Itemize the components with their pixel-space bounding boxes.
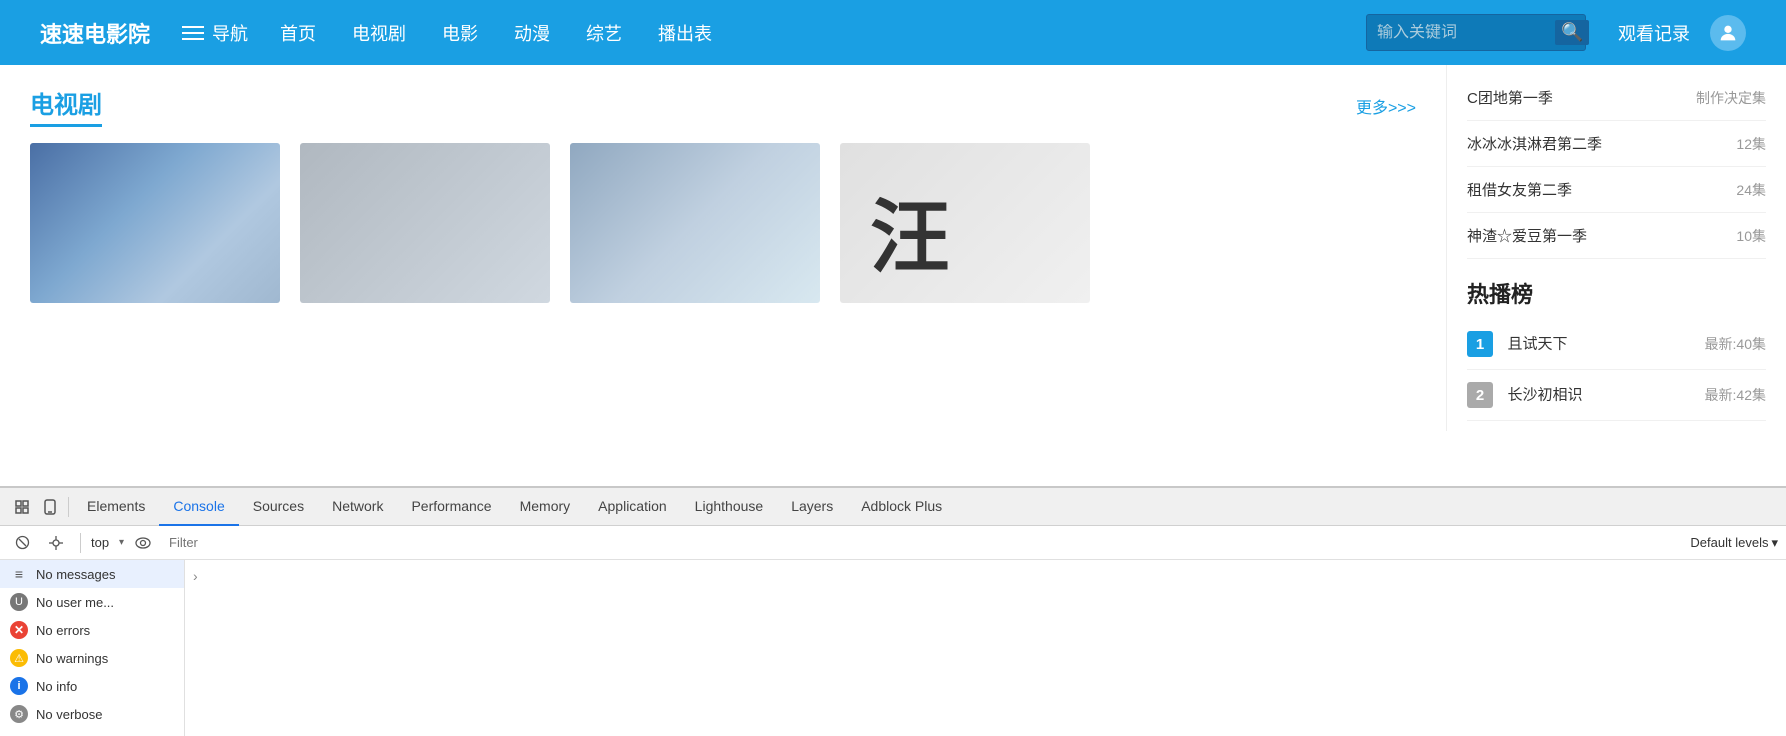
console-main: › — [185, 560, 1786, 736]
right-item-eps-0: 制作决定集 — [1696, 88, 1766, 108]
default-levels-selector[interactable]: Default levels ▾ — [1690, 535, 1778, 551]
right-item-title-0[interactable]: C团地第一季 — [1467, 87, 1553, 108]
right-item-title-1[interactable]: 冰冰冰淇淋君第二季 — [1467, 133, 1602, 154]
watch-history-link[interactable]: 观看记录 — [1618, 20, 1690, 46]
nav-menu[interactable]: 导航 — [182, 20, 248, 46]
right-item-title-3[interactable]: 神渣☆爱豆第一季 — [1467, 225, 1587, 246]
console-filter-input[interactable] — [162, 532, 1684, 553]
error-icon: ✕ — [10, 621, 28, 639]
info-icon: i — [10, 677, 28, 695]
tab-separator — [68, 497, 69, 517]
nav-label: 导航 — [212, 20, 248, 46]
devtools-inspect-icon[interactable] — [8, 493, 36, 521]
devtools-panel: Elements Console Sources Network Perform… — [0, 486, 1786, 736]
nav-movie[interactable]: 电影 — [442, 20, 478, 46]
right-item-title-2[interactable]: 租借女友第二季 — [1467, 179, 1572, 200]
sidebar-item-warnings[interactable]: ⚠ No warnings — [0, 644, 184, 672]
right-panel-item: C团地第一季 制作决定集 — [1467, 75, 1766, 121]
nav-tv[interactable]: 电视剧 — [352, 20, 406, 46]
verbose-label: No verbose — [36, 707, 102, 722]
messages-icon: ≡ — [10, 565, 28, 583]
user-messages-icon: U — [10, 593, 28, 611]
user-avatar[interactable] — [1710, 15, 1746, 51]
hot-title-1[interactable]: 长沙初相识 — [1507, 387, 1582, 404]
tab-performance[interactable]: Performance — [397, 488, 505, 526]
console-sidebar: ≡ No messages U No user me... ✕ No error… — [0, 560, 185, 736]
eye-icon[interactable] — [130, 530, 156, 556]
sidebar-item-info[interactable]: i No info — [0, 672, 184, 700]
tab-elements[interactable]: Elements — [73, 488, 159, 526]
context-select[interactable]: top — [91, 535, 124, 550]
tab-network[interactable]: Network — [318, 488, 397, 526]
thumbnail-2[interactable] — [570, 143, 820, 303]
tab-console[interactable]: Console — [159, 488, 238, 526]
console-expand-arrow[interactable]: › — [193, 568, 198, 584]
sidebar-item-messages[interactable]: ≡ No messages — [0, 560, 184, 588]
search-button[interactable]: 🔍 — [1555, 20, 1589, 45]
brand-logo: 速速电影院 — [40, 17, 150, 49]
sidebar-item-verbose[interactable]: ⚙ No verbose — [0, 700, 184, 728]
navbar-links: 首页 电视剧 电影 动漫 综艺 播出表 — [280, 20, 1334, 46]
hot-eps-0: 最新:40集 — [1705, 334, 1766, 354]
info-label: No info — [36, 679, 77, 694]
right-panel: C团地第一季 制作决定集 冰冰冰淇淋君第二季 12集 租借女友第二季 24集 神… — [1446, 65, 1786, 431]
chevron-down-icon: ▾ — [1771, 535, 1778, 551]
section-title: 电视剧 — [30, 85, 102, 127]
thumbnail-0[interactable] — [30, 143, 280, 303]
console-separator — [80, 533, 81, 553]
console-clear-btn[interactable] — [8, 529, 36, 557]
right-panel-item: 冰冰冰淇淋君第二季 12集 — [1467, 121, 1766, 167]
rank-badge-1: 2 — [1467, 382, 1493, 408]
tab-sources[interactable]: Sources — [239, 488, 318, 526]
right-panel-item: 租借女友第二季 24集 — [1467, 167, 1766, 213]
tab-application[interactable]: Application — [584, 488, 681, 526]
rank-badge-0: 1 — [1467, 331, 1493, 357]
warning-icon: ⚠ — [10, 649, 28, 667]
navbar-right: 观看记录 — [1618, 15, 1746, 51]
search-input[interactable] — [1377, 24, 1547, 42]
tab-adblock[interactable]: Adblock Plus — [847, 488, 956, 526]
thumbnail-1[interactable] — [300, 143, 550, 303]
nav-schedule[interactable]: 播出表 — [658, 20, 712, 46]
nav-variety[interactable]: 综艺 — [586, 20, 622, 46]
hot-eps-1: 最新:42集 — [1705, 385, 1766, 405]
thumbnail-3[interactable] — [840, 143, 1090, 303]
section-more-link[interactable]: 更多>>> — [1356, 94, 1416, 118]
search-box: 🔍 — [1366, 14, 1586, 51]
warnings-label: No warnings — [36, 651, 108, 666]
sidebar-item-errors[interactable]: ✕ No errors — [0, 616, 184, 644]
messages-label: No messages — [36, 567, 115, 582]
hot-item-1: 2 长沙初相识 最新:42集 — [1467, 370, 1766, 421]
hot-section-title: 热播榜 — [1467, 277, 1766, 309]
devtools-tabs: Elements Console Sources Network Perform… — [0, 488, 1786, 526]
right-item-eps-2: 24集 — [1736, 180, 1766, 200]
console-filter-icon[interactable] — [42, 529, 70, 557]
section-header: 电视剧 更多>>> — [30, 85, 1416, 127]
right-item-eps-3: 10集 — [1736, 226, 1766, 246]
tab-lighthouse[interactable]: Lighthouse — [681, 488, 778, 526]
hot-title-0[interactable]: 且试天下 — [1507, 336, 1567, 353]
tab-memory[interactable]: Memory — [506, 488, 585, 526]
sidebar-item-user-messages[interactable]: U No user me... — [0, 588, 184, 616]
user-messages-label: No user me... — [36, 595, 114, 610]
navbar: 速速电影院 导航 首页 电视剧 电影 动漫 综艺 播出表 🔍 观看记录 — [0, 0, 1786, 65]
console-toolbar: top ▾ Default levels ▾ — [0, 526, 1786, 560]
devtools-mobile-icon[interactable] — [36, 493, 64, 521]
hamburger-icon[interactable] — [182, 26, 204, 40]
devtools-body: ≡ No messages U No user me... ✕ No error… — [0, 560, 1786, 736]
tab-layers[interactable]: Layers — [777, 488, 847, 526]
thumbnails-row — [30, 143, 1416, 303]
content-section: 电视剧 更多>>> — [0, 65, 1446, 486]
right-item-eps-1: 12集 — [1736, 134, 1766, 154]
errors-label: No errors — [36, 623, 90, 638]
hot-item-0: 1 且试天下 最新:40集 — [1467, 319, 1766, 370]
context-selector[interactable]: top ▾ — [91, 535, 124, 550]
nav-anime[interactable]: 动漫 — [514, 20, 550, 46]
verbose-icon: ⚙ — [10, 705, 28, 723]
nav-home[interactable]: 首页 — [280, 20, 316, 46]
right-panel-item: 神渣☆爱豆第一季 10集 — [1467, 213, 1766, 259]
